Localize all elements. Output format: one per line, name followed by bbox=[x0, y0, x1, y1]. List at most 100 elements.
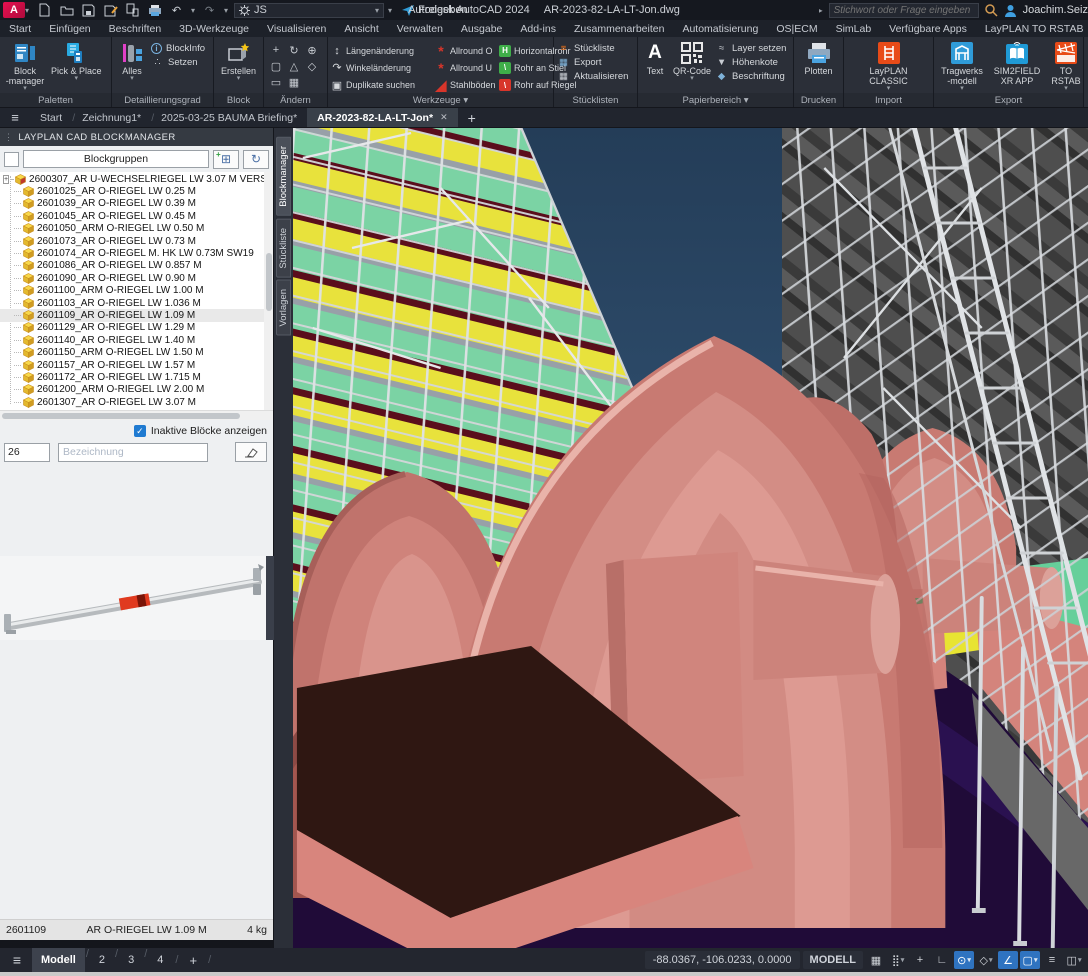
show-inactive-checkbox[interactable]: ✓ bbox=[134, 425, 146, 437]
tragwerksmodell-button[interactable]: Tragwerks -modell▾ bbox=[937, 39, 987, 93]
search-expand-icon[interactable]: ▸ bbox=[819, 6, 823, 15]
ribbon-tab[interactable]: Start bbox=[0, 20, 40, 37]
user-icon[interactable] bbox=[1004, 4, 1017, 17]
user-name[interactable]: Joachim.Seiz bbox=[1023, 4, 1088, 16]
block-tree-item[interactable]: + 2601073_AR O-RIEGEL LW 0.73 M bbox=[0, 235, 273, 247]
block-tree-item[interactable]: + 2601307_AR O-RIEGEL LW 3.07 M bbox=[0, 396, 273, 408]
erstellen-button[interactable]: Erstellen▾ bbox=[217, 39, 261, 93]
alles-button[interactable]: Alles▾ bbox=[115, 39, 149, 93]
block-tree-item[interactable]: + 2601050_ARM O-RIEGEL LW 0.50 M bbox=[0, 223, 273, 235]
tree-vscrollbar[interactable] bbox=[264, 172, 273, 410]
model-space-button[interactable]: MODELL bbox=[803, 951, 863, 969]
block-tree-item[interactable]: + 2601086_AR O-RIEGEL LW 0.857 M bbox=[0, 260, 273, 272]
tool-button[interactable]: * Allround U bbox=[435, 60, 497, 75]
ribbon-tab[interactable]: Add-ins bbox=[511, 20, 565, 37]
redo-chevron-icon[interactable]: ▾ bbox=[224, 6, 228, 15]
ortho-icon[interactable]: ∟▾ bbox=[932, 951, 952, 969]
file-tab[interactable]: Start bbox=[30, 108, 72, 127]
paper-tool-button[interactable]: ▼Höhenkote bbox=[715, 57, 786, 68]
open-file-button[interactable] bbox=[59, 3, 74, 18]
expand-icon[interactable]: + bbox=[3, 175, 9, 184]
block-tree-item[interactable]: + 2601109_AR O-RIEGEL LW 1.09 M bbox=[0, 309, 273, 321]
modify-tool-button[interactable]: ▦ bbox=[285, 74, 303, 90]
palette-side-tab[interactable]: Blockmanager bbox=[276, 137, 291, 216]
file-tab[interactable]: Zeichnung1* bbox=[72, 108, 151, 127]
workspace-combo[interactable]: JS ▾ bbox=[234, 3, 384, 18]
ribbon-tab[interactable]: OS|ECM bbox=[767, 20, 826, 37]
modify-tool-button[interactable]: ⊕ bbox=[303, 42, 321, 58]
ribbon-tab[interactable]: Zusammenarbeiten bbox=[565, 20, 673, 37]
layout-menu-icon[interactable]: ≡ bbox=[4, 952, 30, 968]
tool-button[interactable]: H Horizontalrohr bbox=[499, 43, 559, 58]
ribbon-tab[interactable]: Beschriften bbox=[100, 20, 171, 37]
object-snap-tracking-icon[interactable]: ∠▾ bbox=[998, 951, 1018, 969]
lineweight-icon[interactable]: ≡▾ bbox=[1042, 951, 1062, 969]
ribbon-tab[interactable]: Automatisierung bbox=[673, 20, 767, 37]
bom-button[interactable]: ▦Export bbox=[557, 57, 628, 68]
modify-tool-button[interactable]: ↻ bbox=[285, 42, 303, 58]
palette-header[interactable]: ⋮ LAYPLAN CAD BLOCKMANAGER bbox=[0, 128, 273, 146]
modify-tool-button[interactable]: ▭ bbox=[267, 74, 285, 90]
block-tree-item[interactable]: + 2601172_AR O-RIEGEL LW 1.715 M bbox=[0, 371, 273, 383]
object-snap-icon[interactable]: ▢▾ bbox=[1020, 951, 1040, 969]
block-tree-item[interactable]: + 2601103_AR O-RIEGEL LW 1.036 M bbox=[0, 297, 273, 309]
tool-button[interactable]: \ Rohr auf Riegel bbox=[499, 78, 559, 93]
new-drawing-tab-button[interactable]: + bbox=[458, 108, 486, 127]
block-tree-item[interactable]: + 2601039_AR O-RIEGEL LW 0.39 M bbox=[0, 198, 273, 210]
tool-button[interactable]: ↕ Längenänderung bbox=[331, 43, 433, 58]
new-layout-button[interactable]: + bbox=[181, 953, 205, 968]
layout-tab[interactable]: 2 bbox=[90, 948, 114, 972]
block-tree-item[interactable]: + 2601140_AR O-RIEGEL LW 1.40 M bbox=[0, 334, 273, 346]
block-tree-item[interactable]: + 2601157_AR O-RIEGEL LW 1.57 M bbox=[0, 359, 273, 371]
qr-code-button[interactable]: QR-Code▾ bbox=[671, 39, 713, 93]
tool-button[interactable]: * Allround O bbox=[435, 43, 497, 58]
bom-button[interactable]: ▦Aktualisieren bbox=[557, 71, 628, 82]
layout-tab[interactable]: 3 bbox=[119, 948, 143, 972]
print-button[interactable] bbox=[147, 3, 162, 18]
article-filter-input[interactable] bbox=[4, 443, 50, 462]
block-tree-item[interactable]: + 2601045_AR O-RIEGEL LW 0.45 M bbox=[0, 210, 273, 222]
snap-icon[interactable]: ⣿▾ bbox=[888, 951, 908, 969]
modify-tool-button[interactable]: △ bbox=[285, 58, 303, 74]
save-button[interactable] bbox=[81, 3, 96, 18]
app-menu-button[interactable]: A bbox=[3, 2, 25, 18]
block-tree-item[interactable]: + 2600307_AR U-WECHSELRIEGEL LW 3.07 M V… bbox=[0, 173, 273, 185]
blockinfo-button[interactable]: iBlockInfo bbox=[151, 43, 205, 54]
layout-tab[interactable]: Modell bbox=[32, 948, 85, 972]
blockmanager-button[interactable]: Block -manager▾ bbox=[3, 39, 47, 93]
setzen-button[interactable]: ∴Setzen bbox=[151, 57, 205, 68]
tool-button[interactable]: ↷ Winkeländerung bbox=[331, 60, 433, 75]
grid-icon[interactable]: ▦▾ bbox=[866, 951, 886, 969]
pick-place-button[interactable]: Pick & Place▾ bbox=[49, 39, 104, 93]
qat-customize-icon[interactable]: ▾ bbox=[388, 6, 392, 15]
annotation-icon[interactable]: ◫▾ bbox=[1064, 951, 1084, 969]
block-tree-item[interactable]: + 2601090_AR O-RIEGEL LW 0.90 M bbox=[0, 272, 273, 284]
close-tab-icon[interactable]: ✕ bbox=[440, 112, 448, 123]
ribbon-tab[interactable]: Verwalten bbox=[388, 20, 452, 37]
tree-hscrollbar[interactable] bbox=[0, 410, 273, 420]
redo-button[interactable]: ↷ bbox=[202, 3, 217, 18]
undo-button[interactable]: ↶ bbox=[169, 3, 184, 18]
text-button[interactable]: A Text bbox=[641, 39, 669, 93]
ribbon-tab[interactable]: Einfügen bbox=[40, 20, 99, 37]
clear-filter-button[interactable] bbox=[235, 442, 267, 462]
search-input[interactable] bbox=[829, 3, 979, 18]
isodraft-icon[interactable]: ◇▾ bbox=[976, 951, 996, 969]
add-block-button[interactable]: +⊞ bbox=[213, 150, 239, 169]
select-all-checkbox[interactable] bbox=[4, 152, 19, 167]
block-tree-item[interactable]: + 2601129_AR O-RIEGEL LW 1.29 M bbox=[0, 322, 273, 334]
app-menu-chevron-icon[interactable]: ▾ bbox=[25, 6, 29, 15]
block-tree-item[interactable]: + 2601100_ARM O-RIEGEL LW 1.00 M bbox=[0, 285, 273, 297]
save-as-button[interactable] bbox=[103, 3, 118, 18]
paper-tool-button[interactable]: ◆Beschriftung bbox=[715, 71, 786, 82]
sim2field-button[interactable]: SIM2FIELD XR APP bbox=[989, 39, 1045, 93]
ribbon-tab[interactable]: Visualisieren bbox=[258, 20, 335, 37]
tool-button[interactable]: ▣ Duplikate suchen bbox=[331, 78, 433, 93]
polar-tracking-icon[interactable]: ⊙▾ bbox=[954, 951, 974, 969]
palette-side-tab[interactable]: Vorlagen bbox=[276, 280, 291, 336]
block-tree-item[interactable]: + 2601025_AR O-RIEGEL LW 0.25 M bbox=[0, 185, 273, 197]
modify-tool-button[interactable]: ◇ bbox=[303, 58, 321, 74]
paper-tool-button[interactable]: ≈Layer setzen bbox=[715, 43, 786, 54]
ribbon-tab[interactable]: SimLab bbox=[827, 20, 881, 37]
ribbon-tab[interactable]: 3D-Werkzeuge bbox=[170, 20, 258, 37]
